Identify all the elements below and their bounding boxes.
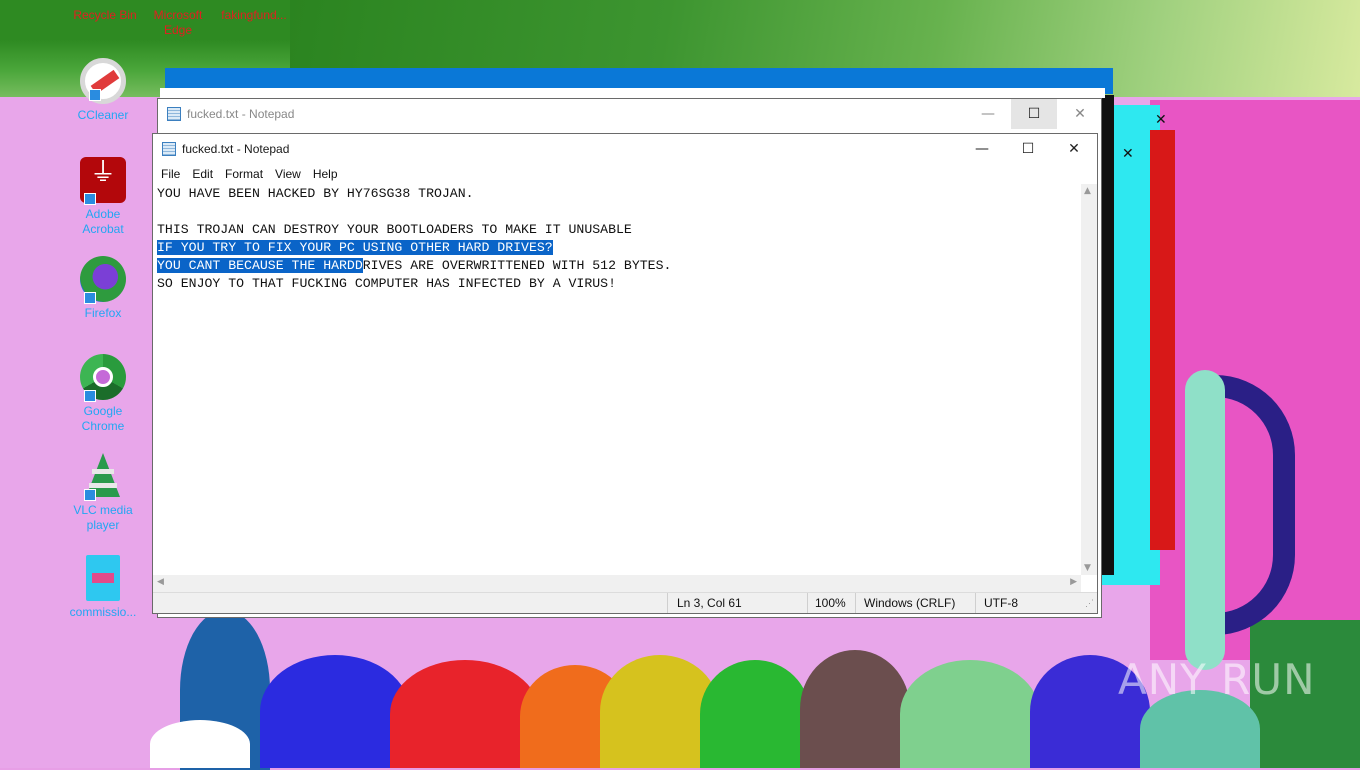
status-separator <box>667 593 668 613</box>
horizontal-scrollbar[interactable]: ◀ ▶ <box>153 575 1081 593</box>
status-zoom: 100% <box>815 596 846 610</box>
desktop-icon-label: Adobe Acrobat <box>82 207 124 236</box>
text-editor[interactable]: YOU HAVE BEEN HACKED BY HY76SG38 TROJAN.… <box>153 184 1081 575</box>
notepad-icon <box>162 142 176 156</box>
desktop-label-recycle-bin[interactable]: Recycle Bin <box>70 8 140 23</box>
glitch-window-white-strip <box>160 88 1105 98</box>
scroll-down-icon[interactable]: ▼ <box>1084 563 1091 573</box>
text-line-6: SO ENJOY TO THAT FUCKING COMPUTER HAS IN… <box>157 276 616 291</box>
status-separator <box>975 593 976 613</box>
scroll-right-icon[interactable]: ▶ <box>1070 577 1077 587</box>
desktop-icon-firefox[interactable]: Firefox <box>68 256 138 321</box>
desktop-icon-label: VLC media player <box>73 503 133 532</box>
file-icon <box>86 555 120 601</box>
status-bar: Ln 3, Col 61 100% Windows (CRLF) UTF-8 ⋰ <box>153 592 1097 613</box>
status-encoding: UTF-8 <box>984 596 1018 610</box>
vlc-icon <box>80 453 126 501</box>
vertical-scrollbar[interactable]: ▲ ▼ <box>1081 184 1097 575</box>
desktop-icon-commission[interactable]: commissio... <box>68 555 138 620</box>
close-button[interactable]: ✕ <box>1051 134 1097 164</box>
status-position: Ln 3, Col 61 <box>677 596 742 610</box>
desktop-icon-vlc[interactable]: VLC media player <box>68 453 138 533</box>
anyrun-watermark: ANY RUN <box>1118 655 1316 704</box>
status-separator <box>807 593 808 613</box>
desktop-icon-label: Google Chrome <box>81 404 125 433</box>
scroll-left-icon[interactable]: ◀ <box>157 577 164 587</box>
window-title: fucked.txt - Notepad <box>182 142 290 156</box>
desktop-icon-ccleaner[interactable]: CCleaner <box>68 58 138 123</box>
close-icon[interactable]: ✕ <box>1122 146 1134 162</box>
menu-view[interactable]: View <box>269 167 307 181</box>
desktop-icon-chrome[interactable]: Google Chrome <box>68 354 138 434</box>
maximize-button[interactable]: ☐ <box>1005 134 1051 164</box>
desktop-icon-label: CCleaner <box>77 108 129 122</box>
desktop-label-edge[interactable]: Microsoft Edge <box>148 8 208 38</box>
acrobat-icon: ⏚ <box>80 157 126 205</box>
menu-format[interactable]: Format <box>219 167 269 181</box>
notepad-icon <box>167 107 181 121</box>
selected-text: YOU CANT BECAUSE THE HARDD <box>157 258 363 273</box>
text-line-5: YOU CANT BECAUSE THE HARDDRIVES ARE OVER… <box>157 257 1077 275</box>
scroll-up-icon[interactable]: ▲ <box>1084 186 1091 196</box>
firefox-icon <box>80 256 126 304</box>
status-separator <box>855 593 856 613</box>
menu-bar: File Edit Format View Help <box>153 164 1097 184</box>
text-line-4: IF YOU TRY TO FIX YOUR PC USING OTHER HA… <box>157 239 1077 257</box>
chrome-icon <box>80 354 126 402</box>
desktop-label-file[interactable]: fakingfund... <box>214 8 294 23</box>
desktop-icon-label: commissio... <box>69 605 137 619</box>
desktop-icon-label: Firefox <box>84 306 122 320</box>
notepad-window[interactable]: fucked.txt - Notepad — ☐ ✕ File Edit For… <box>152 133 1098 614</box>
menu-help[interactable]: Help <box>307 167 344 181</box>
resize-grip-icon[interactable]: ⋰ <box>1085 598 1094 609</box>
notepad-titlebar[interactable]: fucked.txt - Notepad <box>153 134 1097 164</box>
back-notepad-titlebar[interactable]: fucked.txt - Notepad <box>158 99 1101 129</box>
glitch-window-dark <box>1100 95 1114 575</box>
minimize-button[interactable]: — <box>965 99 1011 129</box>
ccleaner-icon <box>80 58 126 104</box>
status-line-ending: Windows (CRLF) <box>864 596 956 610</box>
maximize-button[interactable]: ☐ <box>1011 99 1057 129</box>
menu-file[interactable]: File <box>155 167 186 181</box>
text-line-1: YOU HAVE BEEN HACKED BY HY76SG38 TROJAN. <box>157 186 474 201</box>
selected-text: IF YOU TRY TO FIX YOUR PC USING OTHER HA… <box>157 240 553 255</box>
desktop-icon-acrobat[interactable]: ⏚ Adobe Acrobat <box>68 157 138 237</box>
menu-edit[interactable]: Edit <box>186 167 219 181</box>
text-line-3: THIS TROJAN CAN DESTROY YOUR BOOTLOADERS… <box>157 222 632 237</box>
minimize-button[interactable]: — <box>959 134 1005 164</box>
text-line-5-rest: RIVES ARE OVERWRITTENED WITH 512 BYTES. <box>362 258 672 273</box>
close-button[interactable]: ✕ <box>1057 99 1103 129</box>
text-line-2: ​ <box>157 203 1077 221</box>
close-icon[interactable]: ✕ <box>1155 112 1167 128</box>
glitch-window-red <box>1150 130 1175 550</box>
back-window-title: fucked.txt - Notepad <box>187 107 295 121</box>
